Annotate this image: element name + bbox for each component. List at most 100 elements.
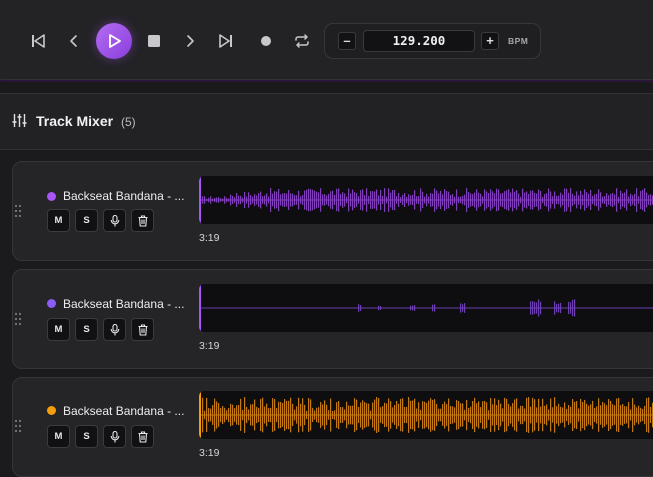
waveform-bar — [530, 406, 532, 424]
trash-icon — [138, 430, 147, 443]
waveform-bar — [364, 402, 366, 428]
waveform-bar — [490, 398, 492, 432]
waveform-bar — [276, 191, 278, 209]
track-color-dot — [47, 299, 56, 308]
waveform-bar — [372, 191, 374, 209]
waveform-bar — [572, 193, 574, 206]
waveform-bar — [330, 398, 332, 432]
drag-handle-icon[interactable] — [15, 420, 23, 432]
play-button[interactable] — [96, 23, 132, 59]
waveform-bar — [622, 193, 624, 207]
waveform-bar — [324, 194, 326, 206]
waveform-bar — [414, 305, 416, 311]
waveform-bar — [520, 405, 522, 425]
waveform-bar — [304, 190, 306, 210]
delete-track-button[interactable] — [131, 209, 154, 232]
waveform-bar — [626, 406, 628, 424]
waveform-bar — [428, 196, 430, 204]
stop-icon[interactable] — [141, 28, 167, 54]
waveform-bar — [306, 189, 308, 211]
waveform-bar — [582, 402, 584, 429]
skip-to-end-icon[interactable] — [213, 28, 239, 54]
waveform-bar — [494, 193, 496, 207]
waveform-bar — [358, 407, 360, 423]
delete-track-button[interactable] — [131, 318, 154, 341]
waveform-bar — [418, 402, 420, 428]
waveform-bar — [444, 189, 446, 211]
waveform-bar — [348, 188, 350, 212]
waveform-bar — [518, 408, 520, 422]
waveform[interactable] — [199, 391, 653, 439]
bpm-input[interactable]: 129.200 — [363, 30, 475, 52]
next-icon[interactable] — [177, 28, 203, 54]
waveform-bar — [462, 195, 464, 205]
drag-handle-icon[interactable] — [15, 313, 23, 325]
waveform-bar — [410, 195, 412, 205]
waveform-bar — [468, 408, 470, 422]
record-arm-button[interactable] — [103, 425, 126, 448]
waveform-bar — [538, 189, 540, 211]
waveform-bar — [262, 397, 264, 433]
waveform-bar — [232, 404, 234, 426]
waveform-bar — [482, 401, 484, 429]
drag-handle-icon[interactable] — [15, 205, 23, 217]
waveform-bar — [410, 400, 412, 430]
waveform-bar — [628, 196, 630, 204]
waveform-bar — [422, 191, 424, 209]
mute-button[interactable]: M — [47, 425, 70, 448]
waveform-bar — [434, 304, 436, 312]
waveform-bar — [426, 193, 428, 207]
waveform-bar — [378, 195, 380, 205]
waveform-bar — [634, 404, 636, 426]
solo-button[interactable]: S — [75, 318, 98, 341]
mute-button[interactable]: M — [47, 318, 70, 341]
bpm-increase-button[interactable]: + — [481, 32, 499, 50]
waveform-bar — [632, 195, 634, 205]
waveform-bar — [224, 196, 226, 204]
waveform-bar — [556, 406, 558, 424]
waveform-bar — [260, 399, 262, 432]
loop-icon[interactable] — [289, 28, 315, 54]
waveform-bar — [474, 192, 476, 208]
waveform-bar — [398, 193, 400, 207]
waveform[interactable] — [199, 176, 653, 224]
record-icon[interactable] — [253, 28, 279, 54]
waveform-bar — [548, 188, 550, 212]
waveform-bar — [422, 401, 424, 429]
waveform-bar — [524, 192, 526, 208]
waveform-bar — [480, 407, 482, 423]
mute-button[interactable]: M — [47, 209, 70, 232]
waveform-bar — [316, 191, 318, 209]
waveform-bar — [452, 194, 454, 206]
waveform-bar — [556, 303, 558, 313]
waveform-bar — [590, 404, 592, 426]
waveform-bar — [272, 398, 274, 432]
delete-track-button[interactable] — [131, 425, 154, 448]
waveform-bar — [360, 190, 362, 210]
record-arm-button[interactable] — [103, 318, 126, 341]
waveform-bar — [344, 409, 346, 421]
solo-button[interactable]: S — [75, 209, 98, 232]
waveform-bar — [222, 198, 224, 202]
waveform-bar — [554, 397, 556, 433]
waveform-bar — [484, 189, 486, 211]
waveform-bar — [580, 398, 582, 432]
waveform-bar — [458, 196, 460, 204]
waveform-bar — [614, 194, 616, 206]
solo-button[interactable]: S — [75, 425, 98, 448]
record-arm-button[interactable] — [103, 209, 126, 232]
track-name: Backseat Bandana - ... — [63, 189, 185, 203]
waveform[interactable] — [199, 284, 653, 332]
waveform-bar — [358, 196, 360, 204]
waveform-bar — [552, 407, 554, 423]
skip-to-start-icon[interactable] — [25, 28, 51, 54]
bpm-decrease-button[interactable]: – — [338, 32, 356, 50]
waveform-bar — [604, 196, 606, 204]
waveform-bar — [560, 302, 562, 314]
waveform-bar — [292, 193, 294, 207]
previous-icon[interactable] — [61, 28, 87, 54]
waveform-bar — [412, 400, 414, 430]
waveform-bar — [488, 410, 490, 420]
waveform-bar — [398, 403, 400, 427]
waveform-bar — [390, 401, 392, 429]
